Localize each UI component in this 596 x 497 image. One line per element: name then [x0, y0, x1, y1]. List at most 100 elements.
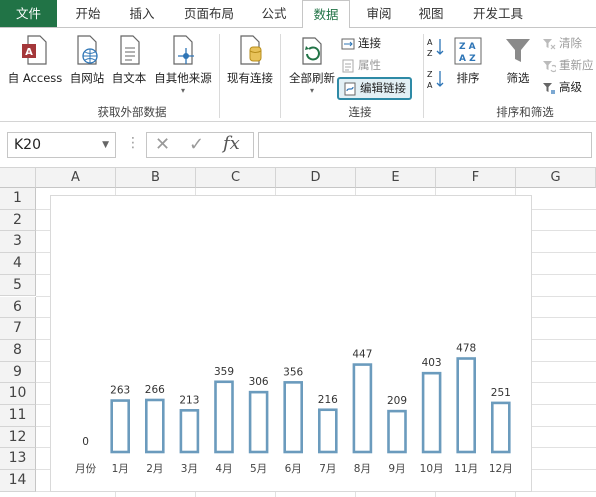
- cancel-icon[interactable]: ✕: [155, 134, 170, 155]
- edit-links-button[interactable]: 编辑链接: [337, 77, 412, 100]
- data-label: 213: [179, 394, 199, 406]
- chart-bar[interactable]: [490, 401, 511, 454]
- existing-connections-button[interactable]: 现有连接: [222, 34, 278, 86]
- bar-chart[interactable]: 0 月份 263 1月 266 2月 213 3月 359 4月 306 5月 356 6月 216 7月 44…: [50, 195, 532, 492]
- chart-bar[interactable]: [110, 399, 131, 454]
- select-all-corner[interactable]: [0, 168, 36, 188]
- tab-home[interactable]: 开始: [64, 0, 112, 27]
- svg-text:Z: Z: [427, 49, 433, 58]
- row-header-5[interactable]: 5: [0, 274, 36, 297]
- reapply-label: 重新应: [559, 58, 594, 72]
- column-header-g[interactable]: G: [516, 168, 596, 188]
- svg-text:A: A: [427, 81, 433, 90]
- row-header-3[interactable]: 3: [0, 231, 36, 254]
- properties-icon: [342, 59, 354, 72]
- chart-bar[interactable]: [283, 381, 303, 454]
- from-text-button[interactable]: 自文本: [108, 34, 150, 86]
- tab-review[interactable]: 审阅: [356, 0, 402, 27]
- clear-filter-button[interactable]: 清除: [542, 34, 582, 52]
- chevron-down-icon[interactable]: ▼: [102, 133, 109, 157]
- tab-page-layout[interactable]: 页面布局: [174, 0, 244, 27]
- refresh-all-label: 全部刷新: [289, 71, 335, 85]
- row-header-2[interactable]: 2: [0, 209, 36, 232]
- category-label: 4月: [215, 463, 232, 475]
- chart-plot: 0 月份 263 1月 266 2月 213 3月 359 4月 306 5月 356 6月 216 7月 44…: [75, 343, 513, 475]
- chart-bar[interactable]: [352, 363, 373, 454]
- row-header-11[interactable]: 11: [0, 405, 36, 427]
- row-header-7[interactable]: 7: [0, 318, 36, 340]
- tab-view[interactable]: 视图: [408, 0, 454, 27]
- properties-button[interactable]: 属性: [341, 56, 381, 74]
- text-file-icon: [120, 35, 140, 65]
- column-header-f[interactable]: F: [436, 168, 516, 188]
- column-header-b[interactable]: B: [116, 168, 196, 188]
- chart-bar[interactable]: [421, 371, 442, 454]
- name-box[interactable]: K20 ▼: [7, 132, 116, 158]
- category-label: 3月: [181, 463, 198, 475]
- filter-button[interactable]: 筛选: [500, 34, 536, 86]
- tab-file[interactable]: 文件: [0, 0, 57, 27]
- edit-links-label: 编辑链接: [360, 81, 406, 95]
- sort-za-icon: Z A: [427, 70, 444, 90]
- advanced-filter-label: 高级: [559, 80, 582, 94]
- reapply-button[interactable]: 重新应: [542, 56, 594, 74]
- tab-formulas[interactable]: 公式: [252, 0, 296, 27]
- refresh-all-button[interactable]: 全部刷新 ▾: [284, 34, 340, 95]
- chart-bar[interactable]: [214, 380, 234, 454]
- tab-data[interactable]: 数据: [302, 0, 350, 28]
- enter-icon[interactable]: ✓: [189, 134, 204, 155]
- row-header-10[interactable]: 10: [0, 383, 36, 405]
- tab-insert[interactable]: 插入: [118, 0, 166, 27]
- row-header-6[interactable]: 6: [0, 296, 36, 319]
- data-label: 403: [422, 357, 442, 369]
- data-label: 251: [491, 387, 511, 399]
- chart-bar[interactable]: [179, 409, 200, 454]
- from-access-button[interactable]: A 自 Access: [4, 34, 66, 86]
- tab-developer[interactable]: 开发工具: [462, 0, 534, 27]
- chart-bar[interactable]: [456, 357, 477, 454]
- properties-label: 属性: [358, 58, 381, 72]
- formula-buttons: ✕ ✓ fx: [146, 132, 254, 158]
- sort-az-icon: A Z: [427, 38, 444, 58]
- formula-bar: K20 ▼ ⋮ ✕ ✓ fx: [0, 123, 596, 168]
- group-separator: [423, 34, 424, 118]
- connections-icon: [341, 38, 355, 49]
- column-header-d[interactable]: D: [276, 168, 356, 188]
- refresh-icon: [302, 37, 322, 65]
- drag-handle-icon[interactable]: ⋮: [126, 135, 140, 151]
- from-other-sources-button[interactable]: 自其他来源 ▾: [150, 34, 216, 95]
- filter-label: 筛选: [506, 71, 530, 85]
- from-other-sources-label: 自其他来源: [154, 71, 212, 85]
- clear-filter-icon: [543, 38, 556, 49]
- column-header-c[interactable]: C: [196, 168, 276, 188]
- category-label: 5月: [250, 463, 267, 475]
- advanced-filter-button[interactable]: 高级: [542, 78, 582, 96]
- sort-descending-button[interactable]: Z A: [426, 68, 446, 90]
- row-header-12[interactable]: 12: [0, 426, 36, 449]
- from-web-button[interactable]: 自网站: [66, 34, 108, 86]
- from-web-label: 自网站: [69, 71, 105, 85]
- category-label: 12月: [489, 463, 513, 475]
- category-label: 10月: [420, 463, 444, 475]
- column-header-e[interactable]: E: [356, 168, 436, 188]
- chart-bar[interactable]: [317, 408, 338, 454]
- column-header-a[interactable]: A: [36, 168, 116, 188]
- row-header-8[interactable]: 8: [0, 339, 36, 362]
- sort-button[interactable]: Z A A Z 排序: [450, 34, 486, 86]
- chart-bar[interactable]: [387, 409, 407, 454]
- row-header-14[interactable]: 14: [0, 470, 36, 492]
- insert-function-button[interactable]: fx: [223, 133, 240, 154]
- row-header-9[interactable]: 9: [0, 361, 36, 384]
- data-label: 306: [249, 376, 269, 388]
- formula-input[interactable]: [258, 132, 592, 158]
- row-header-1[interactable]: 1: [0, 188, 36, 210]
- connections-button[interactable]: 连接: [341, 34, 381, 52]
- sort-ascending-button[interactable]: A Z: [426, 36, 446, 58]
- chart-bar[interactable]: [248, 390, 269, 454]
- group-label-external-data: 获取外部数据: [97, 105, 167, 119]
- category-label: 11月: [454, 463, 478, 475]
- row-header-4[interactable]: 4: [0, 253, 36, 275]
- row-header-13[interactable]: 13: [0, 448, 36, 471]
- chart-bar[interactable]: [145, 398, 165, 454]
- ribbon-tab-bar: 文件 开始 插入 页面布局 公式 数据 审阅 视图 开发工具: [0, 0, 596, 28]
